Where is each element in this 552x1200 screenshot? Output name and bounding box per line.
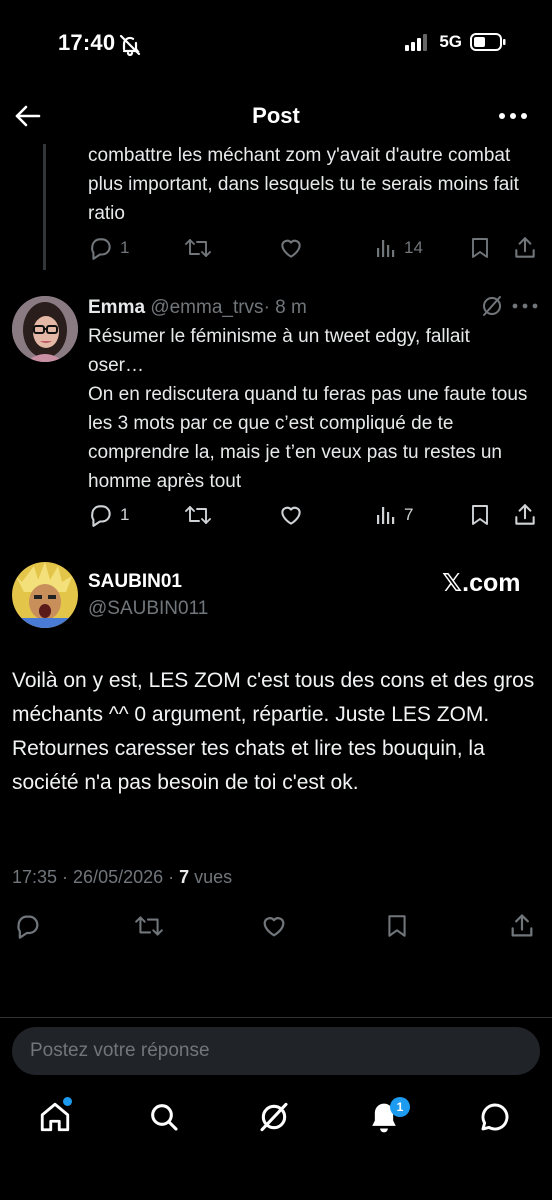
silent-bell-icon bbox=[118, 33, 142, 57]
main-tweet-actions bbox=[14, 912, 538, 942]
grok-tab[interactable] bbox=[258, 1101, 290, 1133]
author-name[interactable]: SAUBIN01 bbox=[88, 571, 182, 593]
thread-line bbox=[43, 144, 46, 270]
bookmark-icon bbox=[388, 915, 406, 937]
share-icon bbox=[515, 237, 535, 258]
messages-tab[interactable] bbox=[479, 1101, 511, 1133]
battery-icon bbox=[470, 33, 506, 51]
composer-divider bbox=[0, 1017, 552, 1018]
retweet-icon bbox=[185, 239, 211, 257]
emma-tweet-actions: 1 7 bbox=[88, 502, 538, 530]
bookmark-button[interactable] bbox=[468, 502, 492, 528]
share-icon bbox=[511, 914, 533, 937]
notification-badge: 1 bbox=[390, 1097, 410, 1117]
views-button[interactable]: 14 bbox=[374, 235, 423, 261]
network-label: 5G bbox=[439, 32, 462, 51]
view-count: 7 bbox=[404, 505, 414, 524]
heart-icon bbox=[281, 506, 301, 525]
author-handle[interactable]: @emma_trvs bbox=[150, 297, 263, 318]
search-icon bbox=[151, 1104, 178, 1131]
search-tab[interactable] bbox=[148, 1101, 180, 1133]
reply-button[interactable]: 1 bbox=[88, 235, 129, 261]
reply-button[interactable] bbox=[14, 912, 42, 940]
views-button[interactable]: 7 bbox=[374, 502, 413, 528]
reply-count: 1 bbox=[120, 238, 130, 257]
views-icon bbox=[377, 240, 395, 257]
emma-tweet-text: Résumer le féminisme à un tweet edgy, fa… bbox=[88, 326, 528, 492]
like-button[interactable] bbox=[278, 235, 304, 261]
notifications-tab[interactable]: 1 bbox=[368, 1097, 410, 1135]
like-button[interactable] bbox=[278, 502, 304, 528]
bookmark-button[interactable] bbox=[384, 912, 410, 940]
post-time: · 8 m bbox=[263, 297, 307, 318]
retweet-button[interactable] bbox=[184, 235, 212, 261]
xcom-brand: 𝕏.com bbox=[442, 569, 521, 597]
reply-button[interactable]: 1 bbox=[88, 502, 129, 528]
retweet-icon bbox=[185, 506, 211, 524]
retweet-icon bbox=[135, 916, 163, 936]
status-indicators: 5G bbox=[405, 32, 506, 52]
signal-icon bbox=[405, 34, 428, 51]
post-info: 17:35 · 26/05/2026 · 7 vues bbox=[12, 867, 232, 888]
retweet-button[interactable] bbox=[184, 502, 212, 528]
retweet-button[interactable] bbox=[134, 912, 164, 940]
heart-icon bbox=[281, 239, 301, 258]
heart-icon bbox=[263, 917, 285, 937]
views-count: 7 bbox=[179, 867, 190, 887]
tweet-more-icon[interactable] bbox=[512, 301, 538, 311]
reply-icon bbox=[17, 915, 39, 939]
grok-icon bbox=[260, 1102, 288, 1132]
bookmark-button[interactable] bbox=[468, 235, 492, 261]
bookmark-icon bbox=[472, 505, 488, 525]
home-new-dot bbox=[63, 1097, 72, 1106]
more-options-icon[interactable] bbox=[498, 110, 528, 122]
like-button[interactable] bbox=[260, 912, 288, 940]
view-count: 14 bbox=[404, 238, 423, 257]
reply-input-placeholder: Postez votre réponse bbox=[30, 1040, 210, 1061]
bookmark-icon bbox=[472, 238, 488, 258]
share-button[interactable] bbox=[508, 912, 536, 940]
views-icon bbox=[377, 507, 395, 524]
status-time: 17:40 bbox=[58, 30, 116, 55]
share-button[interactable] bbox=[512, 502, 538, 528]
page-title: Post bbox=[252, 103, 300, 128]
avatar-emma[interactable] bbox=[12, 296, 78, 362]
post-timestamp: 17:35 · 26/05/2026 · bbox=[12, 867, 180, 887]
emma-meta: Emma @emma_trvs· 8 m bbox=[88, 296, 307, 320]
avatar-saubin[interactable] bbox=[12, 562, 78, 628]
grok-icon[interactable] bbox=[480, 294, 504, 318]
reply-icon bbox=[91, 238, 111, 260]
reply-icon bbox=[91, 505, 111, 527]
main-tweet-text: Voilà on y est, LES ZOM c'est tous des c… bbox=[12, 669, 535, 794]
views-label: vues bbox=[189, 867, 233, 887]
share-button[interactable] bbox=[512, 235, 538, 261]
author-handle[interactable]: @SAUBIN011 bbox=[88, 598, 208, 620]
home-tab[interactable] bbox=[38, 1097, 72, 1134]
reply-count: 1 bbox=[120, 505, 130, 524]
parent-tweet-actions: 1 14 bbox=[88, 235, 538, 263]
chat-icon bbox=[481, 1103, 509, 1131]
parent-tweet-text: combattre les méchant zom y'avait d'autr… bbox=[88, 145, 519, 224]
share-icon bbox=[515, 504, 535, 525]
author-name[interactable]: Emma bbox=[88, 297, 145, 318]
